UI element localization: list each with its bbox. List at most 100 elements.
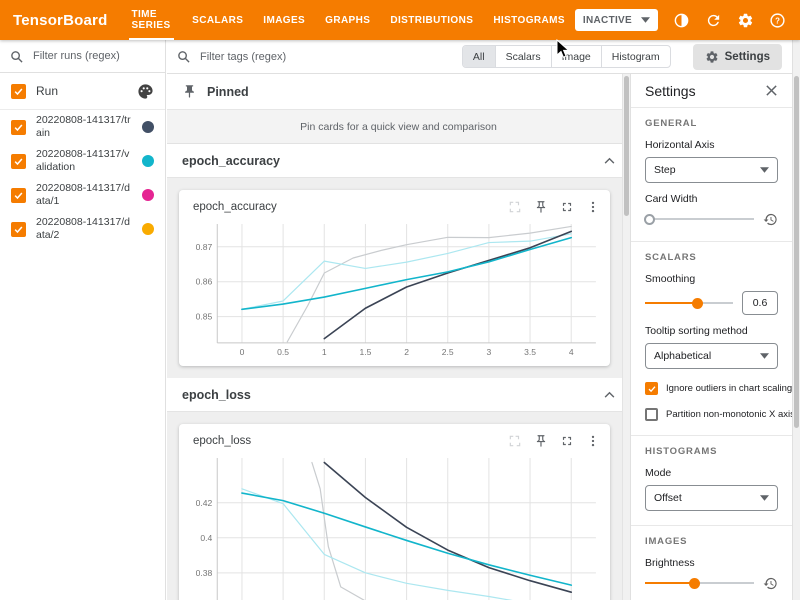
svg-text:0.42: 0.42 [196,498,213,508]
scrollbar-thumb[interactable] [624,76,629,216]
mouse-cursor [556,39,570,59]
help-icon[interactable]: ? [769,12,786,29]
section-heading: IMAGES [645,536,778,547]
reset-icon[interactable] [763,212,778,227]
histogram-mode-select[interactable]: Offset [645,485,778,511]
runs-sidebar: Run 20220808-141317/train 20220808-14131… [0,40,166,600]
run-color-dot [142,155,154,167]
page-scrollbar[interactable] [792,40,800,600]
epoch-loss-chart[interactable]: 00.511.522.533.540.360.380.40.42 [183,452,606,600]
tab-graphs[interactable]: GRAPHS [315,0,380,40]
checkbox-checked-icon[interactable] [645,382,658,395]
fullscreen-icon[interactable] [560,200,574,214]
tensorboard-app: TensorBoard TIME SERIES SCALARS IMAGES G… [0,0,800,600]
close-icon[interactable] [765,84,778,97]
chevron-up-icon[interactable] [604,391,615,398]
runs-header-label: Run [36,84,127,98]
filter-chip-histogram[interactable]: Histogram [601,46,670,67]
main-nav: TIME SERIES SCALARS IMAGES GRAPHS DISTRI… [121,0,574,40]
tab-time-series[interactable]: TIME SERIES [121,0,182,40]
scrollbar-thumb[interactable] [794,76,799,428]
horizontal-axis-label: Horizontal Axis [645,139,778,151]
app-title: TensorBoard [0,12,121,29]
run-row-data-1[interactable]: 20220808-141317/data/1 [0,178,165,212]
filter-chip-all[interactable]: All [463,46,495,67]
run-checkbox[interactable] [11,120,26,135]
settings-button[interactable]: Settings [693,44,782,70]
svg-text:3.5: 3.5 [524,347,536,357]
svg-text:0.87: 0.87 [196,242,213,252]
chevron-up-icon[interactable] [604,157,615,164]
filter-tags-input[interactable] [198,50,318,64]
run-label: 20220808-141317/validation [36,148,132,174]
more-options-icon[interactable] [586,200,600,214]
ignore-outliers-checkbox-row[interactable]: Ignore outliers in chart scaling [645,382,778,395]
filter-runs-row [0,40,165,73]
select-value: Offset [654,492,682,504]
run-checkbox[interactable] [11,154,26,169]
pin-icon [182,84,197,99]
tooltip-sorting-select[interactable]: Alphabetical [645,343,778,369]
smoothing-slider[interactable] [645,295,733,311]
svg-text:4: 4 [569,347,574,357]
run-checkbox[interactable] [11,222,26,237]
fit-domain-icon[interactable] [508,434,522,448]
svg-text:0.85: 0.85 [196,312,213,322]
run-row-data-2[interactable]: 20220808-141317/data/2 [0,212,165,246]
checkbox-label: Ignore outliers in chart scaling [666,383,792,394]
filter-chip-scalars[interactable]: Scalars [495,46,551,67]
filter-runs-input[interactable] [31,49,155,63]
smoothing-row: 0.6 [645,291,778,315]
pin-card-icon[interactable] [534,434,548,448]
top-bar: TensorBoard TIME SERIES SCALARS IMAGES G… [0,0,800,40]
tab-histograms[interactable]: HISTOGRAMS [483,0,575,40]
refresh-icon[interactable] [705,12,722,29]
reset-icon[interactable] [763,576,778,591]
tab-images[interactable]: IMAGES [253,0,315,40]
reload-status-select[interactable]: INACTIVE [575,9,658,31]
tab-scalars[interactable]: SCALARS [182,0,253,40]
cards-scrollbar[interactable] [622,74,630,600]
run-color-dot [142,189,154,201]
search-icon [177,50,190,63]
histogram-mode-label: Mode [645,467,778,479]
fit-domain-icon[interactable] [508,200,522,214]
run-row-validation[interactable]: 20220808-141317/validation [0,144,165,178]
smoothing-value-input[interactable]: 0.6 [742,291,778,315]
section-header-epoch-accuracy[interactable]: epoch_accuracy [167,144,630,178]
tags-toolbar: All Scalars Image Histogram Settings [167,40,792,74]
theme-toggle-icon[interactable] [673,12,690,29]
pin-card-icon[interactable] [534,200,548,214]
card-width-label: Card Width [645,193,778,205]
slider-thumb[interactable] [689,578,700,589]
more-options-icon[interactable] [586,434,600,448]
run-checkbox[interactable] [11,188,26,203]
brightness-slider[interactable] [645,575,754,591]
palette-icon[interactable] [137,83,154,100]
section-heading: SCALARS [645,252,778,263]
settings-panel-header: Settings [631,74,792,108]
settings-section-general: GENERAL Horizontal Axis Step Card Width [631,108,792,242]
run-row-train[interactable]: 20220808-141317/train [0,110,165,144]
epoch-accuracy-chart[interactable]: 00.511.522.533.540.850.860.87 [183,218,606,361]
svg-text:?: ? [775,16,780,25]
top-right-controls: INACTIVE ? [575,9,800,31]
run-label: 20220808-141317/data/2 [36,216,132,242]
reload-status-value: INACTIVE [583,15,632,26]
card-header: epoch_accuracy [179,194,610,218]
fullscreen-icon[interactable] [560,434,574,448]
horizontal-axis-select[interactable]: Step [645,157,778,183]
checkbox-unchecked-icon[interactable] [645,408,658,421]
tab-distributions[interactable]: DISTRIBUTIONS [380,0,483,40]
card-width-slider[interactable] [645,211,754,227]
gear-icon[interactable] [737,12,754,29]
scalar-card-epoch-loss: epoch_loss [179,424,610,600]
tooltip-sorting-label: Tooltip sorting method [645,325,778,337]
slider-thumb[interactable] [644,214,655,225]
select-value: Step [654,164,676,176]
partition-x-axis-checkbox-row[interactable]: Partition non-monotonic X axis [645,408,778,421]
section-header-epoch-loss[interactable]: epoch_loss [167,378,630,412]
select-all-runs-checkbox[interactable] [11,84,26,99]
slider-thumb[interactable] [692,298,703,309]
card-width-row [645,211,778,227]
